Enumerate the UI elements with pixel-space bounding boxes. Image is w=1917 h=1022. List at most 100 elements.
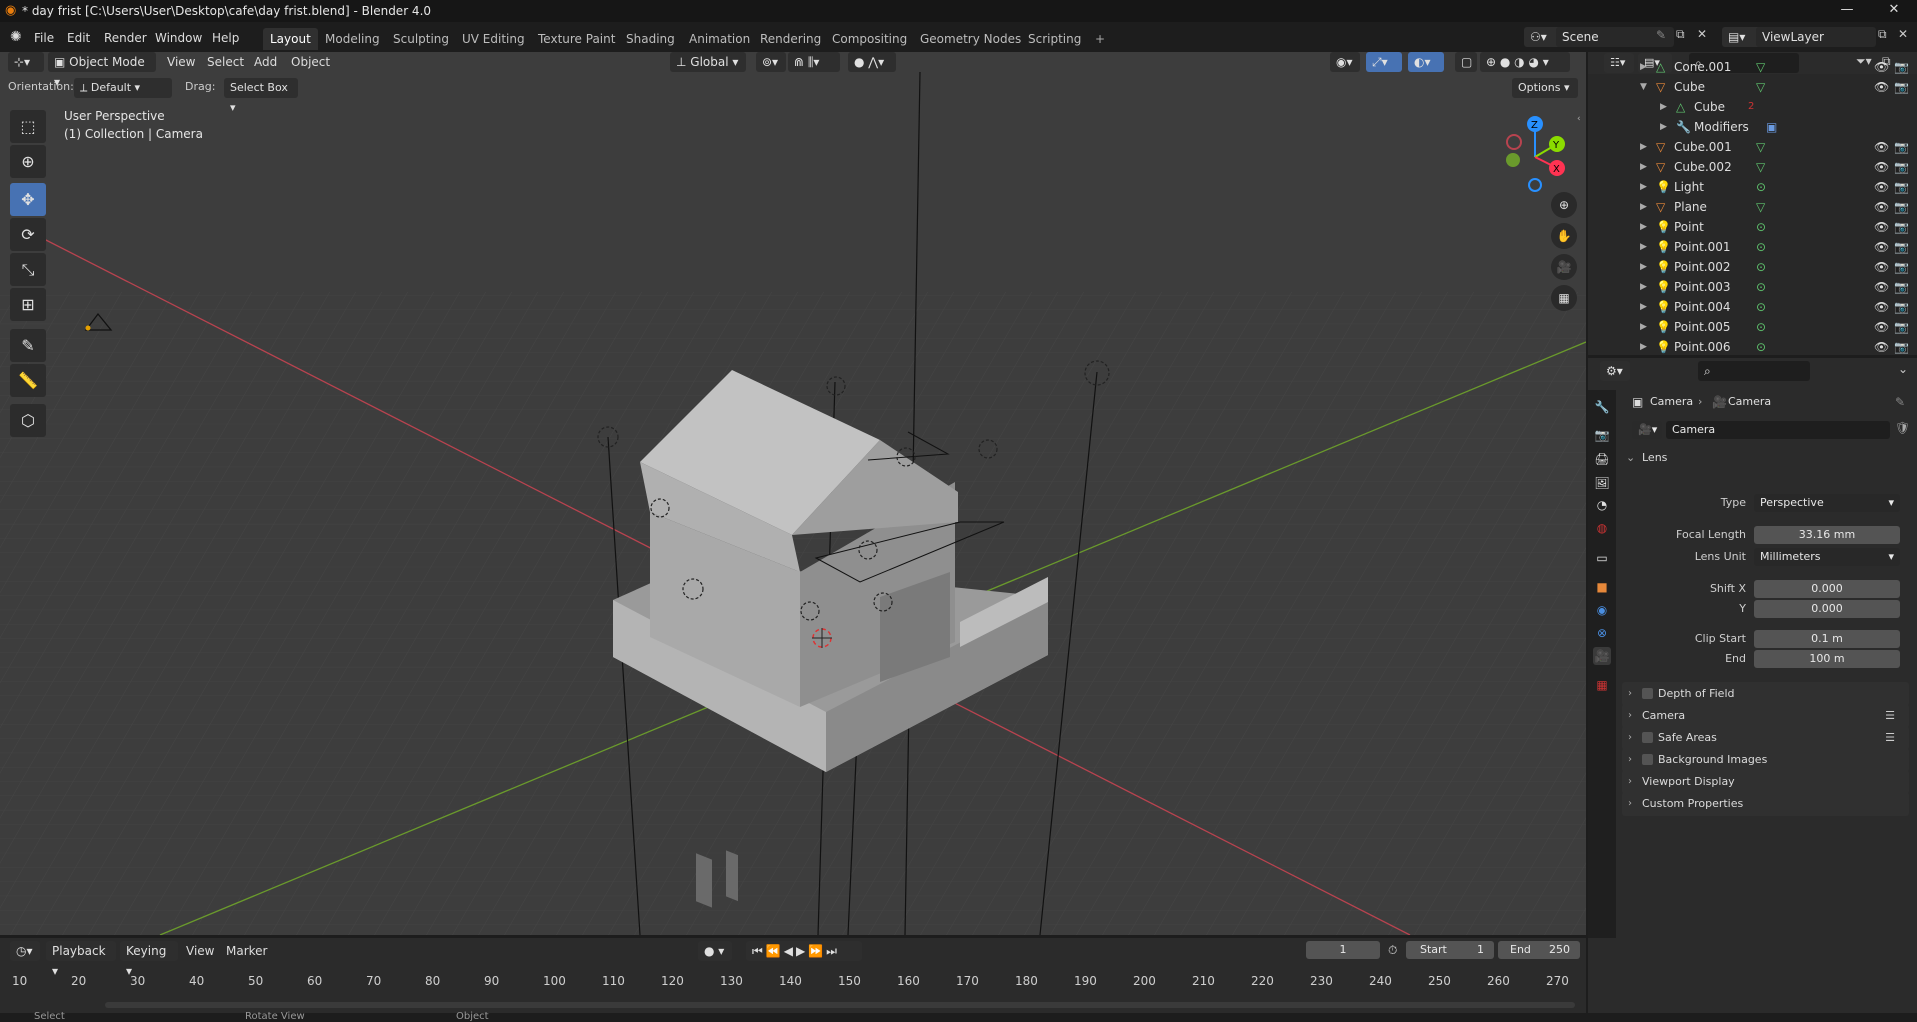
outliner-row[interactable]: ▶ 💡 Point.006 ⊙ 👁 📷 — [1588, 337, 1917, 355]
menu-playback[interactable]: Playback ▾ — [46, 941, 116, 978]
menu-view[interactable]: View — [167, 52, 195, 72]
lens-panel-header[interactable]: ⌄ Lens — [1622, 446, 1909, 470]
datablock-browse[interactable]: 🎥▾ — [1632, 421, 1662, 439]
tab-scripting[interactable]: Scripting — [1021, 28, 1088, 50]
menu-marker[interactable]: Marker — [226, 941, 267, 961]
close-button[interactable]: ✕ — [1871, 0, 1917, 22]
expand-arrow-icon[interactable]: ▶ — [1640, 157, 1647, 177]
outliner-row[interactable]: ▶ 💡 Point.003 ⊙ 👁 📷 — [1588, 277, 1917, 297]
light-data-icon[interactable]: ⊙ — [1756, 297, 1766, 317]
outliner-row[interactable]: ▶ △ Cube 2 — [1588, 97, 1917, 117]
outliner-row[interactable]: ▶ 💡 Light ⊙ 👁 📷 — [1588, 177, 1917, 197]
light-data-icon[interactable]: ⊙ — [1756, 337, 1766, 355]
mesh-data-icon[interactable]: ▽ — [1756, 157, 1765, 177]
delete-scene-icon[interactable]: ✕ — [1697, 27, 1707, 41]
presets-list-icon[interactable]: ☰ — [1885, 726, 1895, 750]
outliner-row[interactable]: ▶ 💡 Point.002 ⊙ 👁 📷 — [1588, 257, 1917, 277]
properties-editor[interactable]: ⚙▾ ⌕ ⌄ 🔧 📷 🖨 🖼 ◔ ◍ ▭ ■ ◉ ⊗ 🎥 ▦ ▣ Camera … — [1588, 358, 1917, 1013]
perspective-grid-icon[interactable]: ▦ — [1551, 285, 1577, 311]
editor-type-button[interactable]: ⊹▾ — [8, 52, 44, 72]
sidebar-toggle-icon[interactable]: ‹ — [1577, 114, 1581, 124]
mode-dropdown[interactable]: ▣ Object Mode ▾ — [48, 52, 156, 89]
eye-icon[interactable]: 👁 — [1874, 217, 1889, 237]
gizmo-toggle[interactable]: ⤢▾ — [1366, 52, 1402, 72]
tool-tab-icon[interactable]: 🔧 — [1593, 398, 1611, 416]
properties-search-input[interactable]: ⌕ — [1698, 361, 1810, 381]
collection-tab-icon[interactable]: ▭ — [1593, 549, 1611, 567]
cursor-tool[interactable]: ⊕ — [10, 145, 46, 178]
menu-render[interactable]: Render — [104, 28, 147, 48]
menu-keying[interactable]: Keying ▾ — [120, 941, 178, 978]
expand-arrow-icon[interactable]: ▶ — [1640, 277, 1647, 297]
shift-y-field[interactable]: 0.000 — [1754, 600, 1900, 618]
eye-icon[interactable]: 👁 — [1874, 317, 1889, 337]
outliner-row[interactable]: ▶ 💡 Point.005 ⊙ 👁 📷 — [1588, 317, 1917, 337]
expand-arrow-icon[interactable]: ▶ — [1640, 217, 1647, 237]
tab-animation[interactable]: Animation — [682, 28, 757, 50]
render-camera-icon[interactable]: 📷 — [1894, 317, 1909, 337]
mesh-data-icon[interactable]: ▽ — [1756, 77, 1765, 97]
viewlayer-name-field[interactable]: ViewLayer — [1756, 27, 1876, 47]
properties-editor-type[interactable]: ⚙▾ — [1600, 361, 1630, 381]
move-tool[interactable]: ✥ — [10, 183, 46, 216]
render-camera-icon[interactable]: 📷 — [1894, 217, 1909, 237]
pan-hand-icon[interactable]: ✋ — [1551, 223, 1577, 249]
panel-custom-properties[interactable]: › Custom Properties — [1622, 792, 1909, 816]
pivot-button[interactable]: ⊚▾ — [756, 52, 786, 72]
playback-controls[interactable]: ⏮⏪◀▶⏩⏭ — [746, 941, 862, 961]
new-viewlayer-icon[interactable]: ⧉ — [1878, 27, 1887, 42]
eye-icon[interactable]: 👁 — [1874, 57, 1889, 77]
menu-help[interactable]: Help — [212, 28, 239, 48]
light-data-icon[interactable]: ⊙ — [1756, 257, 1766, 277]
outliner-row[interactable]: ▶ ▽ Plane ▽ 👁 📷 — [1588, 197, 1917, 217]
tab-compositing[interactable]: Compositing — [825, 28, 914, 50]
new-scene-icon[interactable]: ⧉ — [1676, 27, 1685, 42]
drag-dropdown[interactable]: Select Box ▾ — [224, 78, 298, 114]
menu-edit[interactable]: Edit — [67, 28, 90, 48]
focal-length-field[interactable]: 33.16 mm — [1754, 526, 1900, 544]
clip-end-field[interactable]: 100 m — [1754, 650, 1900, 668]
eye-icon[interactable]: 👁 — [1874, 77, 1889, 97]
datablock-name-field[interactable]: Camera — [1666, 421, 1890, 439]
outliner-row[interactable]: ▶ △ Cone.001 ▽ 👁 📷 — [1588, 57, 1917, 77]
menu-object[interactable]: Object — [291, 52, 330, 72]
tab-geometry-nodes[interactable]: Geometry Nodes — [913, 28, 1028, 50]
expand-arrow-icon[interactable]: ▶ — [1640, 137, 1647, 157]
world-tab-icon[interactable]: ◍ — [1593, 519, 1611, 537]
panel-checkbox[interactable] — [1642, 688, 1653, 699]
blender-menu-icon[interactable]: ✺ — [10, 29, 22, 45]
menu-add[interactable]: Add — [254, 52, 277, 72]
render-camera-icon[interactable]: 📷 — [1894, 77, 1909, 97]
render-camera-icon[interactable]: 📷 — [1894, 237, 1909, 257]
panel-viewport-display[interactable]: › Viewport Display — [1622, 770, 1909, 794]
menu-file[interactable]: File — [34, 28, 54, 48]
tab-texture-paint[interactable]: Texture Paint — [531, 28, 622, 50]
options-dropdown[interactable]: Options ▾ — [1512, 78, 1578, 98]
render-tab-icon[interactable]: 📷 — [1593, 426, 1611, 444]
overlay-toggle[interactable]: ◐▾ — [1408, 52, 1444, 72]
expand-arrow-icon[interactable]: ▶ — [1640, 257, 1647, 277]
panel-safe-areas[interactable]: › Safe Areas ☰ — [1622, 726, 1909, 750]
tab-shading[interactable]: Shading — [619, 28, 682, 50]
expand-arrow-icon[interactable]: ▶ — [1640, 337, 1647, 355]
minimize-button[interactable]: — — [1824, 0, 1870, 22]
transform-tool[interactable]: ⊞ — [10, 288, 46, 321]
delete-viewlayer-icon[interactable]: ✕ — [1898, 27, 1908, 41]
tab-uv-editing[interactable]: UV Editing — [455, 28, 532, 50]
eye-icon[interactable]: 👁 — [1874, 297, 1889, 317]
orientation-dropdown[interactable]: ⟂ Default ▾ — [74, 78, 172, 98]
panel-depth-of-field[interactable]: › Depth of Field — [1622, 682, 1909, 706]
render-camera-icon[interactable]: 📷 — [1894, 297, 1909, 317]
collapse-arrow-icon[interactable]: ▼ — [1640, 77, 1647, 97]
shift-x-field[interactable]: 0.000 — [1754, 580, 1900, 598]
timeline-menu-view[interactable]: View — [186, 941, 214, 961]
transform-orientation-dropdown[interactable]: ⊥ Global ▾ — [670, 52, 746, 72]
panel-camera[interactable]: › Camera ☰ — [1622, 704, 1909, 728]
start-frame-field[interactable]: Start 1 — [1406, 941, 1494, 959]
expand-arrow-icon[interactable]: ▶ — [1660, 97, 1667, 117]
output-tab-icon[interactable]: 🖨 — [1593, 450, 1611, 468]
expand-arrow-icon[interactable]: ▶ — [1640, 297, 1647, 317]
pin-icon[interactable]: ✎ — [1895, 395, 1905, 409]
scene-tab-icon[interactable]: ◔ — [1593, 496, 1611, 514]
render-camera-icon[interactable]: 📷 — [1894, 197, 1909, 217]
